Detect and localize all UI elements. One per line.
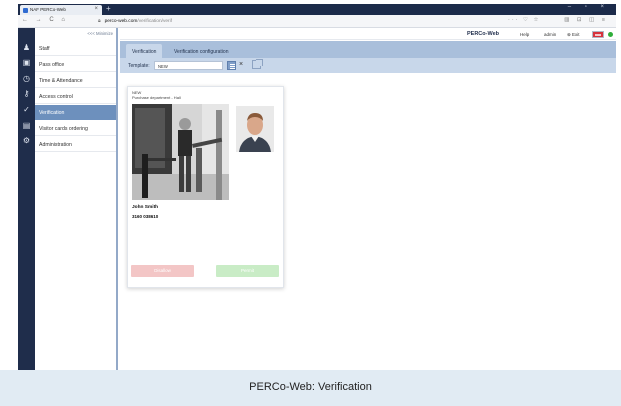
template-label: Template: xyxy=(128,63,150,69)
template-list-button[interactable] xyxy=(227,61,236,70)
menu-item-staff[interactable]: Staff xyxy=(35,41,116,56)
url-action-icons[interactable]: ··· ♡ ☆ xyxy=(508,17,540,23)
lock-icon: 🔒︎ xyxy=(98,19,101,24)
extension-icons[interactable]: ▥ ⊡ ◫ ≡ xyxy=(564,17,608,23)
user-name[interactable]: admin xyxy=(544,32,556,37)
exit-link[interactable]: ⊗ Exit xyxy=(567,32,580,38)
tab-verification[interactable]: Verification xyxy=(126,44,163,58)
connection-status-icon xyxy=(608,32,613,37)
url-path: /verification/verif xyxy=(137,19,173,24)
brand-logo: PERCo-Web xyxy=(467,31,499,37)
browser-address-bar: ← → C ⌂ 🔒︎ perco-web.com/verification/ver… xyxy=(18,15,616,28)
window-controls[interactable]: – ▫ × xyxy=(568,4,610,10)
url-field[interactable]: 🔒︎ perco-web.com/verification/verif xyxy=(98,18,172,24)
url-host: perco-web.com xyxy=(104,19,138,24)
browser-tab-title: NAF PERCo-Web xyxy=(30,7,66,12)
menu-item-pass-office[interactable]: Pass office xyxy=(35,57,116,72)
image-caption: PERCo-Web: Verification xyxy=(249,381,372,393)
browser-nav-buttons[interactable]: ← → C ⌂ xyxy=(22,17,68,23)
disallow-button[interactable]: Disallow xyxy=(131,265,194,277)
section-tabs: Verification Verification configuration xyxy=(120,41,616,58)
camera-snapshot xyxy=(132,104,229,200)
template-input[interactable]: NEW xyxy=(154,61,223,70)
language-flag-icon[interactable] xyxy=(592,31,604,38)
menu-item-verification[interactable]: Verification xyxy=(35,105,116,120)
template-clear-button[interactable]: × xyxy=(239,60,243,70)
new-tab-button[interactable]: + xyxy=(106,4,111,13)
app-header: PERCo-Web Help admin ⊗ Exit xyxy=(120,28,616,40)
permit-button[interactable]: Permit xyxy=(216,265,279,277)
box-icon[interactable]: ▣ xyxy=(22,58,31,67)
help-link[interactable]: Help xyxy=(520,32,529,37)
check-person-icon[interactable]: ✓ xyxy=(22,105,31,114)
card-location: Purchase department - Hall xyxy=(132,95,181,100)
browser-tab-strip: NAF PERCo-Web × + – ▫ × xyxy=(18,4,616,15)
person-icon[interactable]: ♟ xyxy=(22,43,31,52)
open-external-icon[interactable] xyxy=(252,59,263,69)
key-icon[interactable]: ⚷ xyxy=(22,89,31,98)
menu-item-time-attendance[interactable]: Time & Attendance xyxy=(35,73,116,88)
browser-tab[interactable]: NAF PERCo-Web × xyxy=(20,5,102,15)
verification-card: NEW Purchase department - Hall John Smit… xyxy=(127,86,284,288)
person-name: John Smith xyxy=(132,205,159,210)
reference-photo xyxy=(236,106,274,152)
main-menu: <<< Minimize Staff Pass office Time & At… xyxy=(35,28,118,370)
card-number: 3160 038610 xyxy=(132,214,159,219)
menu-item-administration[interactable]: Administration xyxy=(35,137,116,152)
menu-item-access-control[interactable]: Access control xyxy=(35,89,116,104)
minimize-menu-link[interactable]: <<< Minimize xyxy=(87,31,113,36)
card-icon[interactable]: ▤ xyxy=(22,121,31,130)
tab-verification-configuration[interactable]: Verification configuration xyxy=(168,44,234,58)
close-tab-icon[interactable]: × xyxy=(94,6,98,12)
template-toolbar: Template: NEW × xyxy=(120,58,616,73)
icon-sidebar: ♟ ▣ ◷ ⚷ ✓ ▤ ⚙ xyxy=(18,28,35,370)
gear-icon[interactable]: ⚙ xyxy=(22,136,31,145)
clock-icon[interactable]: ◷ xyxy=(22,74,31,83)
screenshot-frame: NAF PERCo-Web × + – ▫ × ← → C ⌂ 🔒︎ perco-… xyxy=(0,0,621,406)
favicon-icon xyxy=(23,8,28,13)
menu-item-visitor-cards[interactable]: Visitor cards ordering xyxy=(35,121,116,136)
